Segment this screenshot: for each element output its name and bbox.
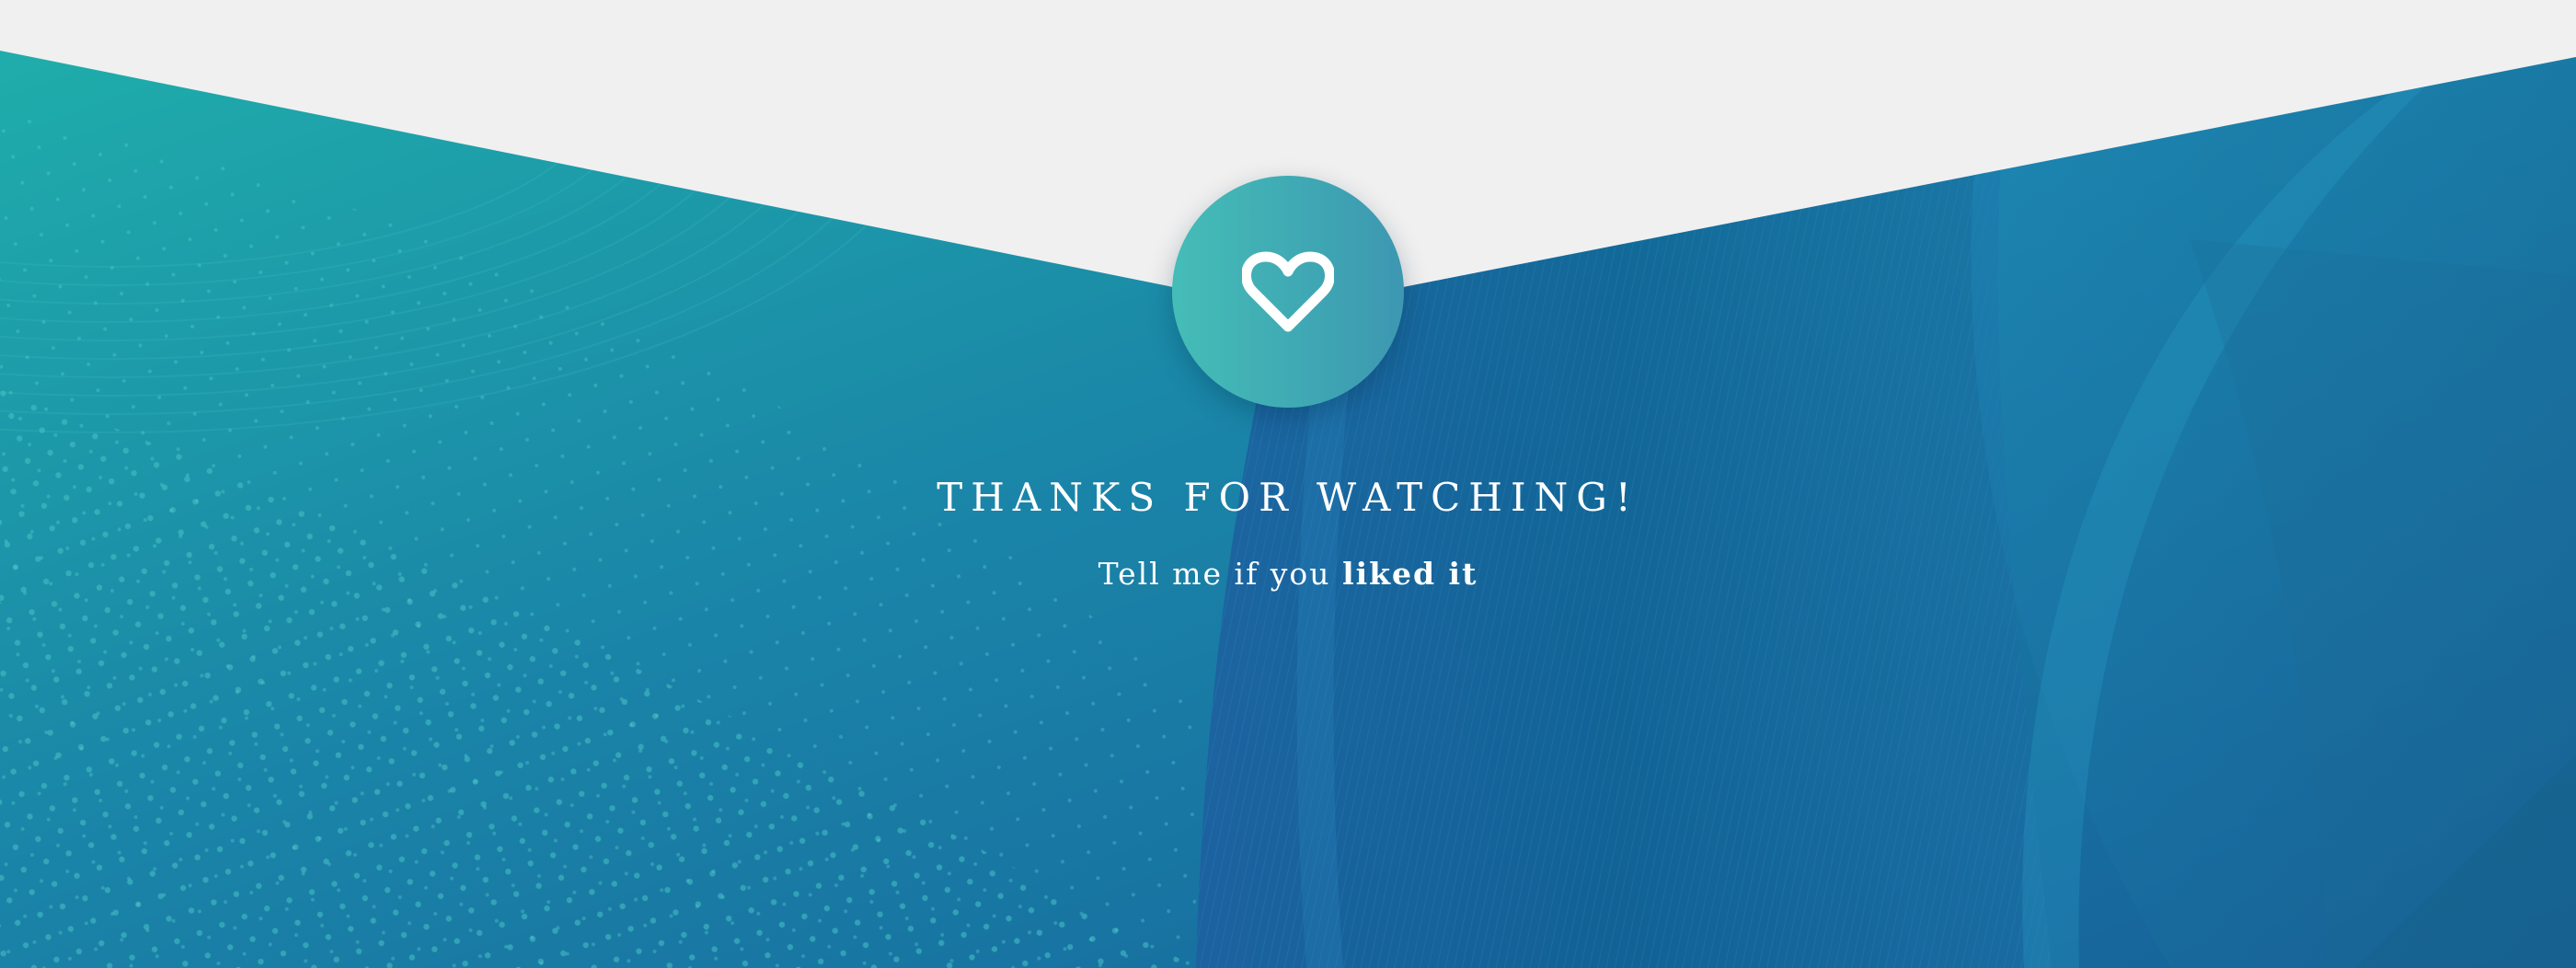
subtitle-prefix: Tell me if you	[1098, 556, 1331, 592]
subtitle-emphasis: liked it	[1342, 556, 1478, 592]
heart-outline-icon	[1242, 251, 1334, 332]
slide-canvas: THANKS FOR WATCHING! Tell me if you like…	[0, 0, 2576, 968]
slide-title: THANKS FOR WATCHING!	[937, 475, 1639, 520]
heart-badge	[1172, 176, 1404, 408]
slide-subtitle: Tell me if you liked it	[0, 556, 2576, 592]
